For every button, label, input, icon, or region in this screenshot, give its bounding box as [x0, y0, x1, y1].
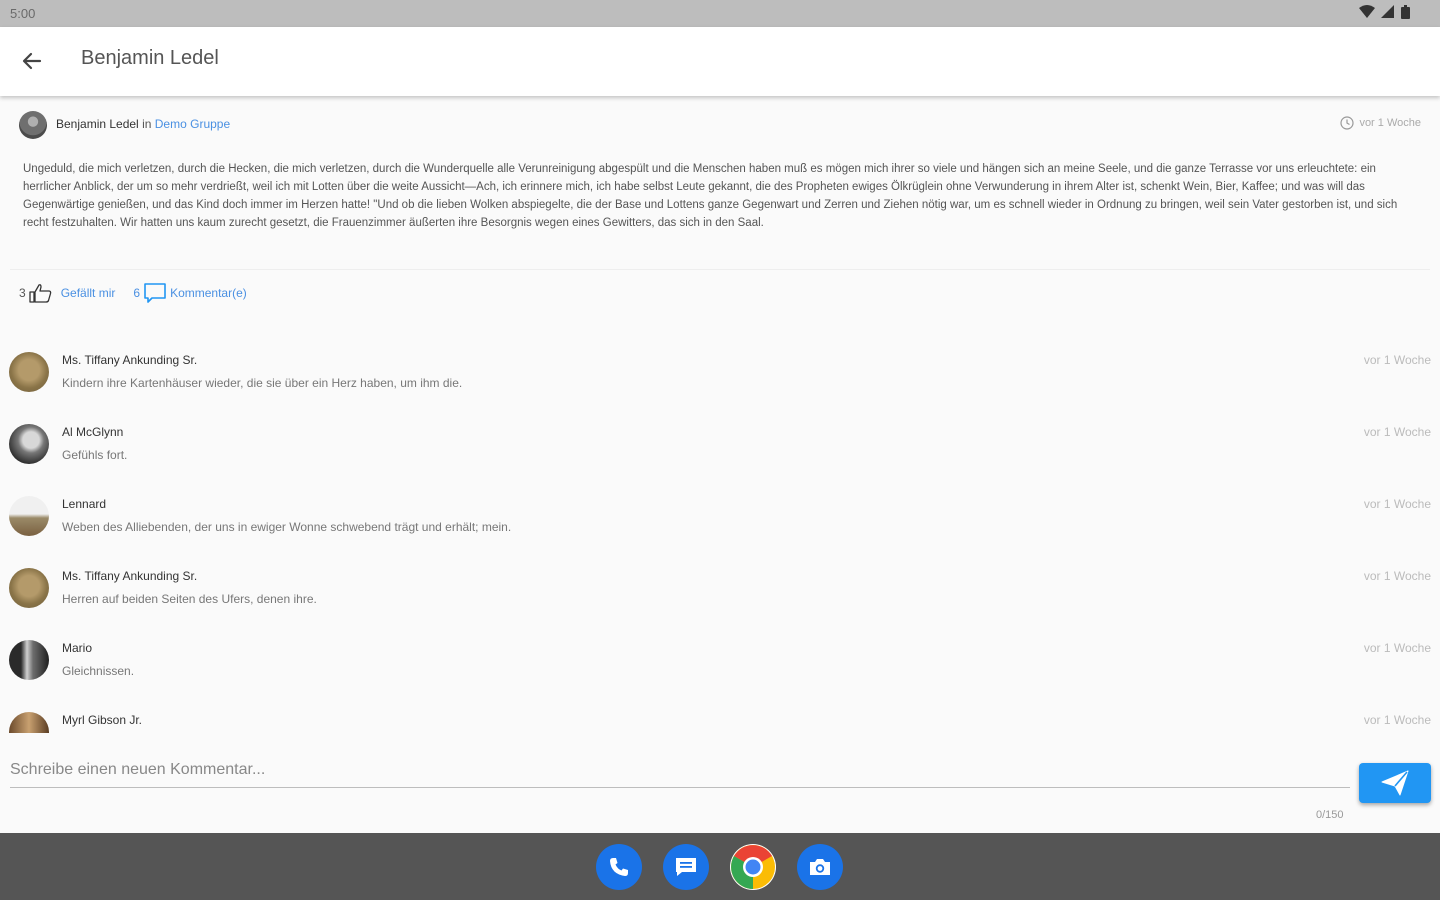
chrome-app[interactable]	[730, 844, 776, 890]
signal-icon	[1381, 5, 1394, 18]
avatar[interactable]	[9, 712, 49, 733]
phone-app[interactable]	[596, 844, 642, 890]
post-timestamp: vor 1 Woche	[1340, 116, 1421, 130]
app-dock	[596, 844, 843, 890]
status-time: 5:00	[10, 6, 36, 21]
camera-icon	[810, 859, 830, 875]
chrome-icon	[731, 845, 775, 889]
comment-author[interactable]: Mario	[62, 641, 92, 655]
comment-text: Gleichnissen.	[62, 664, 135, 678]
camera-app[interactable]	[797, 844, 843, 890]
post-in-label: in	[142, 117, 152, 131]
comment-time: vor 1 Woche	[1363, 497, 1431, 511]
comment-item[interactable]: Mario Gleichnissen. vor 1 Woche	[0, 628, 1440, 700]
status-icons	[1359, 5, 1410, 19]
comment-item[interactable]: Al McGlynn Gefühls fort. vor 1 Woche	[0, 412, 1440, 484]
comment-item[interactable]: Lennard Weben des Alliebenden, der uns i…	[0, 484, 1440, 556]
comment-time: vor 1 Woche	[1363, 641, 1431, 655]
navigation-bar	[0, 833, 1440, 900]
comment-text: Weben des Alliebenden, der uns in ewiger…	[62, 520, 512, 534]
comment-text: Herren auf beiden Seiten des Ufers, dene…	[62, 592, 317, 606]
post-author-line: Benjamin Ledel in Demo Gruppe	[56, 117, 230, 131]
comment-author[interactable]: Al McGlynn	[62, 425, 123, 439]
comments-button[interactable]: Kommentar(e)	[170, 286, 247, 300]
comment-time: vor 1 Woche	[1363, 425, 1431, 439]
comment-item[interactable]: Ms. Tiffany Ankunding Sr. Herren auf bei…	[0, 556, 1440, 628]
comment-text: Kindern ihre Kartenhäuser wieder, die si…	[62, 376, 463, 390]
comment-author[interactable]: Lennard	[62, 497, 106, 511]
avatar[interactable]	[19, 111, 47, 139]
post-header: Benjamin Ledel in Demo Gruppe vor 1 Woch…	[0, 100, 1440, 148]
send-button[interactable]	[1359, 763, 1431, 803]
phone-icon	[610, 858, 628, 876]
post-author[interactable]: Benjamin Ledel	[56, 117, 139, 131]
comments-count: 6	[133, 286, 141, 300]
post-body: Ungeduld, die mich verletzen, durch die …	[23, 163, 1398, 229]
character-counter: 0/150	[1316, 809, 1344, 821]
comment-input[interactable]	[10, 753, 1350, 788]
clock-icon	[1340, 116, 1355, 130]
avatar[interactable]	[9, 568, 49, 608]
avatar[interactable]	[9, 496, 49, 536]
comment-item[interactable]: Ms. Tiffany Ankunding Sr. Kindern ihre K…	[0, 340, 1440, 412]
divider	[10, 269, 1430, 270]
comment-author[interactable]: Ms. Tiffany Ankunding Sr.	[62, 353, 197, 367]
messages-icon	[676, 858, 696, 876]
status-bar: 5:00	[0, 0, 1440, 27]
avatar[interactable]	[9, 424, 49, 464]
comment-time: vor 1 Woche	[1363, 713, 1431, 727]
wifi-icon	[1359, 5, 1375, 18]
avatar[interactable]	[9, 640, 49, 680]
comment-time: vor 1 Woche	[1363, 569, 1431, 583]
comment-time: vor 1 Woche	[1363, 353, 1431, 367]
comment-composer: 0/150	[0, 733, 1440, 833]
thumbs-up-icon[interactable]	[29, 283, 53, 303]
post-actions: 3 Gefällt mir 6 Kommentar(e)	[19, 282, 247, 304]
comment-author[interactable]: Myrl Gibson Jr.	[62, 713, 142, 727]
comment-item[interactable]: Myrl Gibson Jr. vor 1 Woche	[0, 700, 1440, 733]
messages-app[interactable]	[663, 844, 709, 890]
post-time-text: vor 1 Woche	[1359, 117, 1421, 129]
battery-icon	[1401, 5, 1410, 19]
app-bar: Benjamin Ledel	[0, 27, 1440, 96]
like-button[interactable]: Gefällt mir	[61, 286, 116, 300]
comment-author[interactable]: Ms. Tiffany Ankunding Sr.	[62, 569, 197, 583]
send-icon	[1381, 770, 1409, 796]
comment-text: Gefühls fort.	[62, 448, 128, 462]
comments-list: Ms. Tiffany Ankunding Sr. Kindern ihre K…	[0, 340, 1440, 733]
arrow-back-icon[interactable]	[18, 47, 46, 75]
post-group-link[interactable]: Demo Gruppe	[155, 117, 230, 131]
likes-count: 3	[19, 286, 26, 300]
comment-bubble-icon[interactable]	[143, 282, 167, 304]
page-title: Benjamin Ledel	[81, 47, 219, 69]
avatar[interactable]	[9, 352, 49, 392]
